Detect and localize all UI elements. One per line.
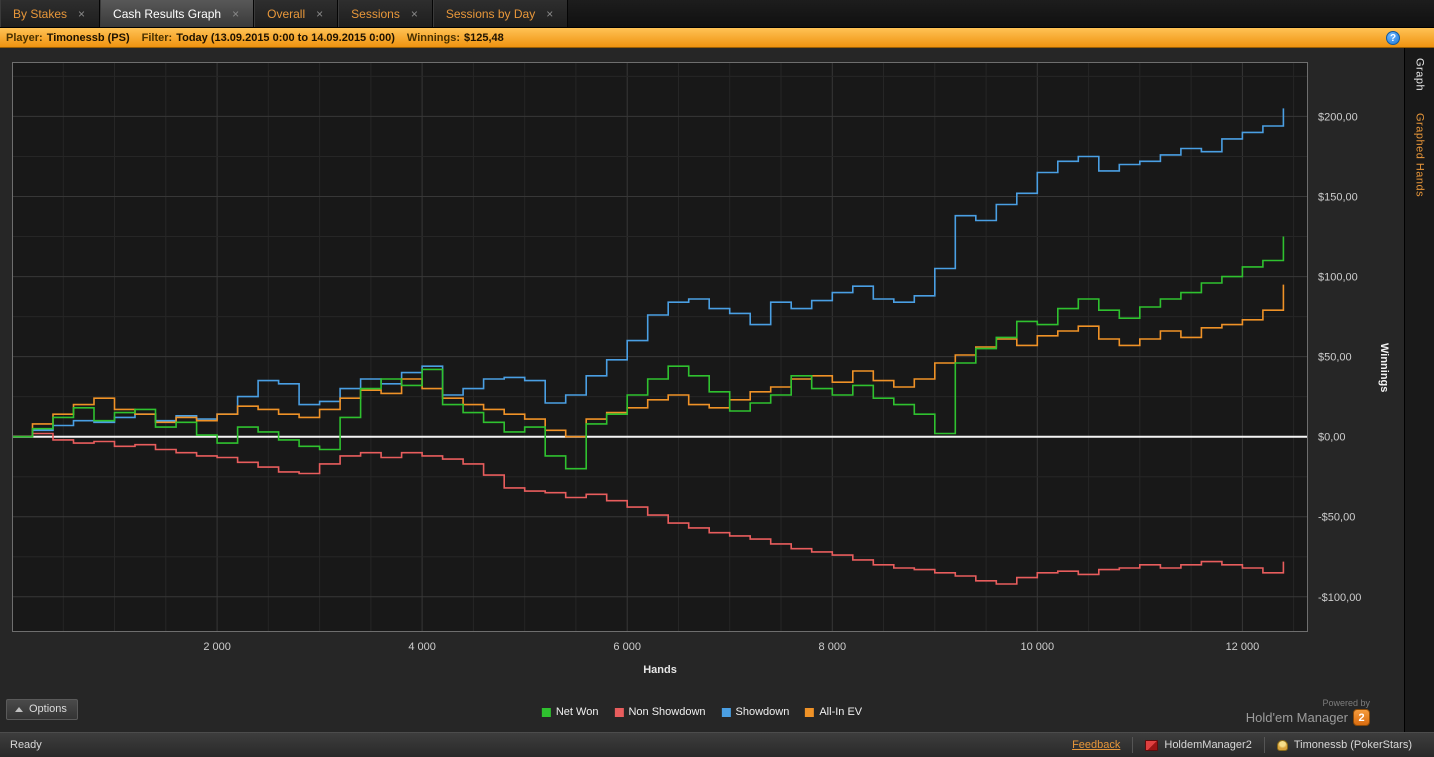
legend-item: Showdown	[721, 706, 790, 718]
player-label: Player:	[6, 31, 43, 44]
sidebar-tab-graphed-hands[interactable]: Graphed Hands	[1414, 113, 1426, 197]
powered-by-text: Powered by	[1322, 698, 1370, 708]
powered-by: Powered by Hold'em Manager 2	[1246, 698, 1370, 726]
tab-sessions-by-day[interactable]: Sessions by Day ×	[432, 0, 569, 27]
x-axis-title: Hands	[643, 664, 677, 676]
filter-value: Today (13.09.2015 0:00 to 14.09.2015 0:0…	[176, 31, 395, 44]
tab-sessions[interactable]: Sessions ×	[338, 0, 433, 27]
legend-item: Net Won	[541, 706, 599, 718]
y-axis-title: Winnings	[1378, 343, 1390, 393]
chart-panel: 2 000 4 000 6 000 8 000 10 000 12 000 $200,00 $…	[0, 48, 1404, 732]
status-bar: Ready Feedback HoldemManager2 Timonessb …	[0, 732, 1434, 757]
options-button-label: Options	[29, 703, 67, 715]
hm2-badge-icon: 2	[1353, 709, 1370, 726]
svg-text:8 000: 8 000	[819, 641, 847, 653]
holdem-manager-wordmark: Hold'em Manager	[1245, 710, 1348, 725]
tab-bar: By Stakes × Cash Results Graph × Overall…	[0, 0, 1434, 28]
legend-label: All-In EV	[819, 706, 863, 718]
status-app-name: HoldemManager2	[1164, 739, 1252, 751]
tab-label: Sessions	[351, 6, 400, 21]
close-icon[interactable]: ×	[76, 7, 87, 21]
close-icon[interactable]: ×	[314, 7, 325, 21]
legend-label: Net Won	[555, 706, 599, 718]
status-ready-text: Ready	[10, 739, 42, 751]
close-icon[interactable]: ×	[230, 7, 241, 21]
tab-label: By Stakes	[13, 6, 68, 21]
status-account-name: Timonessb (PokerStars)	[1293, 739, 1412, 751]
close-icon[interactable]: ×	[544, 7, 555, 21]
tab-cash-results-graph[interactable]: Cash Results Graph ×	[100, 0, 255, 27]
help-icon[interactable]: ?	[1386, 31, 1400, 45]
svg-text:4 000: 4 000	[408, 641, 436, 653]
user-icon	[1276, 739, 1288, 751]
svg-text:10 000: 10 000	[1020, 641, 1054, 653]
svg-text:-$50,00: -$50,00	[1318, 512, 1355, 524]
legend-label: Non Showdown	[628, 706, 706, 718]
tab-label: Overall	[267, 6, 306, 21]
svg-text:$0,00: $0,00	[1318, 432, 1346, 444]
svg-text:12 000: 12 000	[1226, 641, 1260, 653]
svg-text:$200,00: $200,00	[1318, 111, 1358, 123]
winnings-value: $125,48	[463, 31, 504, 44]
hm2-window: By Stakes × Cash Results Graph × Overall…	[0, 0, 1434, 757]
svg-text:-$100,00: -$100,00	[1318, 592, 1361, 604]
chart-legend: Net Won Non Showdown Showdown All-In EV	[541, 706, 862, 718]
legend-color-swatch	[614, 707, 624, 717]
svg-text:$150,00: $150,00	[1318, 192, 1358, 204]
hm2-flag-icon	[1145, 739, 1159, 751]
close-icon[interactable]: ×	[409, 7, 420, 21]
right-sidebar: Graph Graphed Hands	[1404, 48, 1434, 732]
tab-by-stakes[interactable]: By Stakes ×	[0, 0, 101, 27]
chevron-up-icon	[15, 706, 23, 712]
svg-text:6 000: 6 000	[613, 641, 641, 653]
legend-color-swatch	[541, 707, 551, 717]
filter-label: Filter:	[141, 31, 173, 44]
player-value: Timonessb (PS)	[46, 31, 130, 44]
cash-results-chart[interactable]: 2 000 4 000 6 000 8 000 10 000 12 000 $200,00 $…	[12, 62, 1392, 662]
svg-text:2 000: 2 000	[203, 641, 231, 653]
svg-text:$50,00: $50,00	[1318, 352, 1352, 364]
legend-color-swatch	[721, 707, 731, 717]
tab-label: Cash Results Graph	[113, 6, 222, 21]
feedback-link[interactable]: Feedback	[1072, 739, 1132, 751]
content-row: 2 000 4 000 6 000 8 000 10 000 12 000 $200,00 $…	[0, 48, 1434, 732]
tab-overall[interactable]: Overall ×	[254, 0, 339, 27]
svg-text:$100,00: $100,00	[1318, 272, 1358, 284]
filter-bar: Player: Timonessb (PS) Filter: Today (13…	[0, 28, 1434, 48]
options-button[interactable]: Options	[6, 699, 78, 720]
legend-label: Showdown	[735, 706, 790, 718]
sidebar-tab-graph[interactable]: Graph	[1414, 58, 1426, 91]
status-app-item[interactable]: HoldemManager2	[1132, 737, 1263, 753]
legend-item: Non Showdown	[614, 706, 706, 718]
status-account-item[interactable]: Timonessb (PokerStars)	[1263, 737, 1424, 753]
winnings-label: Winnings:	[406, 31, 460, 44]
tab-label: Sessions by Day	[445, 6, 536, 21]
legend-item: All-In EV	[805, 706, 862, 718]
legend-color-swatch	[805, 707, 815, 717]
